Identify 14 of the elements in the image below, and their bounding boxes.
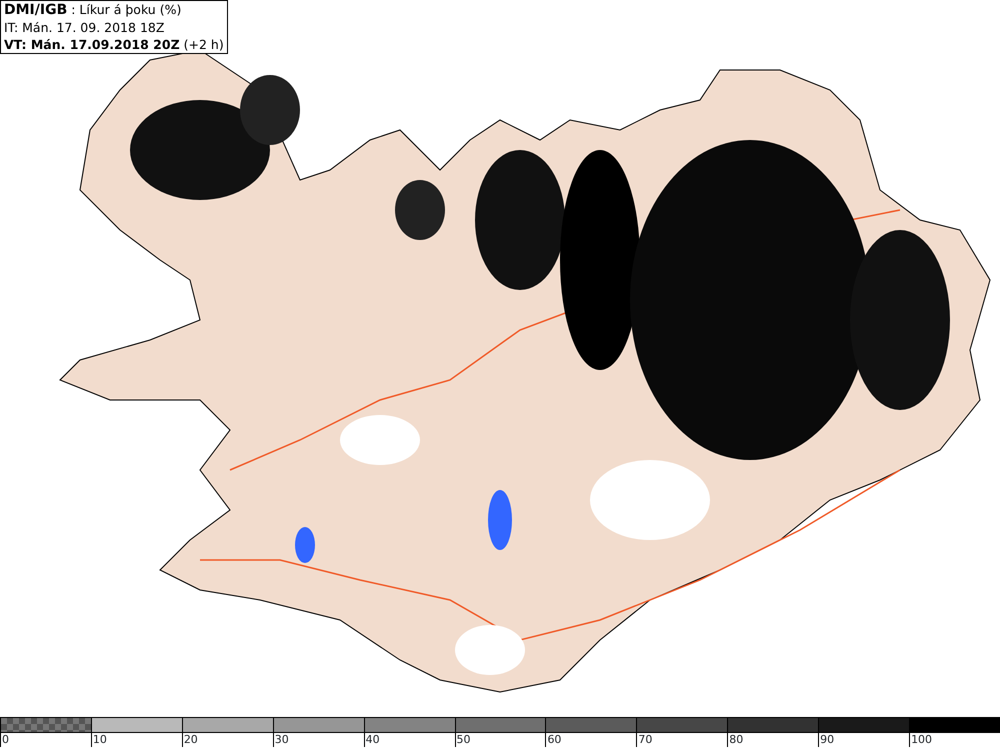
- legend-label: 100: [909, 733, 932, 747]
- legend-label: 30: [272, 733, 289, 747]
- legend-label: 80: [727, 733, 744, 747]
- legend-label: 90: [818, 733, 834, 747]
- legend-label: 0: [0, 733, 9, 747]
- map-title: DMI/IGB : Líkur á þoku (%): [4, 1, 182, 19]
- legend-label: 50: [454, 733, 471, 747]
- legend-label: 60: [545, 733, 562, 747]
- legend-label: 40: [364, 733, 380, 747]
- legend-label: 20: [182, 733, 198, 747]
- legend-label: 70: [636, 733, 652, 747]
- issue-time: IT: Mán. 17. 09. 2018 18Z: [4, 19, 166, 36]
- valid-time: VT: Mán. 17.09.2018 20Z (+2 h): [4, 36, 224, 53]
- legend-label: 10: [90, 733, 107, 747]
